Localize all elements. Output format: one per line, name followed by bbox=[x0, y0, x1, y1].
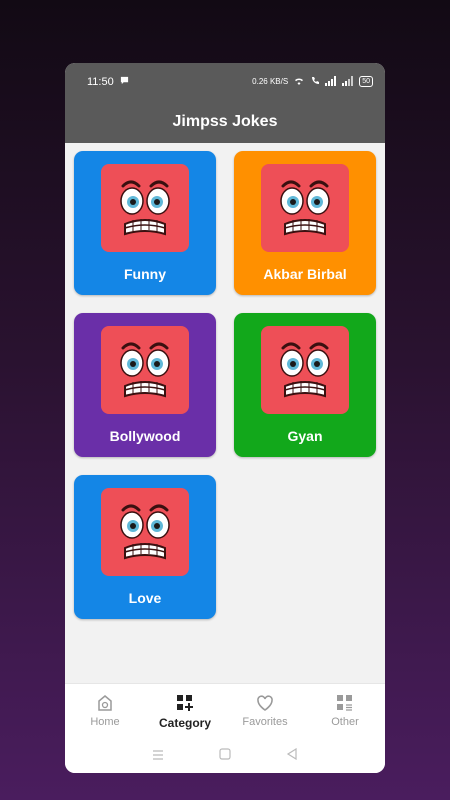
heart-icon bbox=[257, 695, 273, 711]
category-label: Akbar Birbal bbox=[263, 266, 347, 282]
category-label: Funny bbox=[124, 266, 166, 282]
nav-favorites[interactable]: Favorites bbox=[225, 684, 305, 740]
nav-other-label: Other bbox=[331, 716, 359, 728]
phone-screen: 11:50 0.26 KB/S 50 Jimpss Jokes Funny Ak… bbox=[65, 63, 385, 773]
category-label: Love bbox=[128, 590, 162, 606]
chat-bubble-icon bbox=[120, 76, 129, 88]
call-icon bbox=[310, 76, 320, 88]
bottom-navigation: Home Category Favorites Other bbox=[65, 683, 385, 740]
status-time: 11:50 bbox=[87, 75, 114, 88]
nav-home[interactable]: Home bbox=[65, 684, 145, 740]
emoji-face-icon bbox=[261, 164, 349, 252]
signal-icon bbox=[325, 75, 337, 88]
nav-category-label: Category bbox=[158, 716, 211, 730]
app-title: Jimpss Jokes bbox=[172, 112, 278, 130]
system-navigation-bar bbox=[65, 739, 385, 773]
emoji-face-icon bbox=[101, 326, 189, 414]
battery-icon: 50 bbox=[359, 76, 373, 87]
home-square-icon[interactable] bbox=[219, 747, 231, 765]
nav-home-label: Home bbox=[90, 716, 120, 728]
app-bar: Jimpss Jokes bbox=[65, 100, 385, 143]
status-bar: 11:50 0.26 KB/S 50 bbox=[65, 63, 385, 100]
menu-icon[interactable] bbox=[152, 747, 164, 765]
category-card-gyan[interactable]: Gyan bbox=[234, 313, 376, 457]
category-card-funny[interactable]: Funny bbox=[74, 151, 216, 295]
nav-other[interactable]: Other bbox=[305, 684, 385, 740]
nav-favorites-label: Favorites bbox=[242, 716, 288, 728]
category-card-akbar-birbal[interactable]: Akbar Birbal bbox=[234, 151, 376, 295]
category-icon bbox=[177, 695, 193, 711]
category-grid: Funny Akbar Birbal Bollywood Gyan Love bbox=[65, 143, 385, 619]
category-card-love[interactable]: Love bbox=[74, 475, 216, 619]
home-icon bbox=[98, 695, 112, 711]
emoji-face-icon bbox=[101, 488, 189, 576]
emoji-face-icon bbox=[101, 164, 189, 252]
back-triangle-icon[interactable] bbox=[286, 747, 298, 765]
category-card-bollywood[interactable]: Bollywood bbox=[74, 313, 216, 457]
nav-category[interactable]: Category bbox=[145, 684, 225, 740]
emoji-face-icon bbox=[261, 326, 349, 414]
battery-level: 50 bbox=[362, 78, 370, 85]
category-label: Bollywood bbox=[109, 428, 181, 444]
signal-icon-2 bbox=[342, 75, 354, 88]
wifi-icon bbox=[293, 76, 305, 88]
category-label: Gyan bbox=[287, 428, 323, 444]
other-grid-icon bbox=[337, 695, 352, 711]
network-speed: 0.26 KB/S bbox=[252, 77, 289, 86]
